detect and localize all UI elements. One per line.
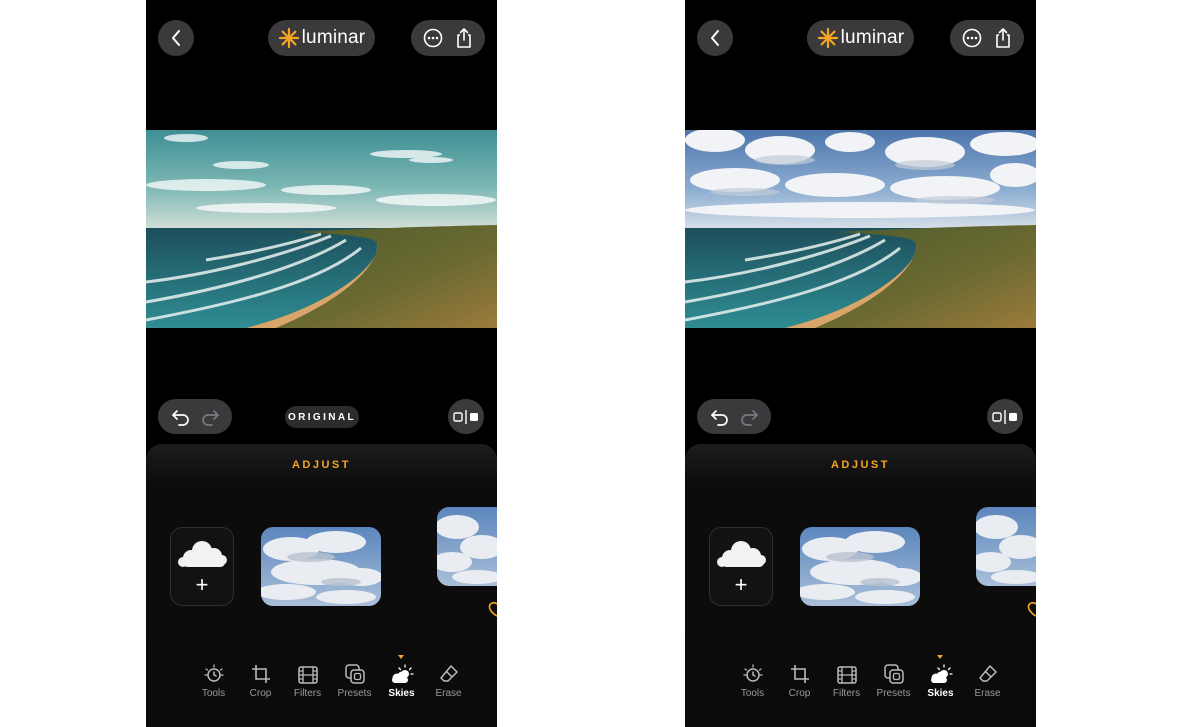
tool-label: Skies [927, 688, 954, 699]
cloud-plus-icon [717, 541, 766, 567]
active-indicator [398, 655, 404, 659]
tool-tools[interactable]: Tools [190, 662, 237, 702]
undo-icon[interactable] [171, 408, 191, 426]
tool-label: Crop [788, 688, 811, 699]
add-sky-button[interactable]: + [709, 527, 773, 606]
back-button[interactable] [697, 20, 733, 56]
sky-icon [930, 664, 953, 683]
adjust-panel: ADJUST + Tools Crop Filters Presets Skie… [146, 444, 497, 727]
tool-label: Tools [201, 688, 226, 699]
sky-icon [391, 664, 414, 683]
tool-filters[interactable]: Filters [284, 662, 331, 702]
tool-skies[interactable]: Skies [917, 655, 964, 702]
panel-title: ADJUST [830, 459, 890, 471]
phone-screen-edited: luminar ADJUST + Tools Crop Filters Pres… [685, 0, 1036, 727]
redo-icon[interactable] [739, 408, 759, 426]
adjust-panel: ADJUST + Tools Crop Filters Presets Skie… [685, 444, 1036, 727]
tool-label: Tools [740, 688, 765, 699]
cloud-plus-icon [178, 541, 227, 567]
eraser-icon [978, 665, 997, 682]
sky-thumbnail[interactable] [976, 507, 1036, 586]
sky-thumbnail[interactable] [800, 527, 920, 606]
share-icon[interactable] [454, 27, 474, 49]
presets-icon [344, 664, 365, 684]
film-icon [297, 666, 318, 684]
logo-text: luminar [840, 27, 905, 48]
tool-skies[interactable]: Skies [378, 655, 425, 702]
tool-presets[interactable]: Presets [870, 662, 917, 702]
luminar-star-icon [278, 27, 299, 49]
tool-label: Erase [974, 688, 1001, 699]
add-sky-button[interactable]: + [170, 527, 234, 606]
add-symbol: + [734, 572, 748, 597]
tool-erase[interactable]: Erase [964, 662, 1011, 702]
tool-label: Presets [876, 688, 911, 699]
logo-text: luminar [301, 27, 366, 48]
eraser-icon [439, 665, 458, 682]
undo-icon[interactable] [710, 408, 730, 426]
heart-icon[interactable] [487, 601, 497, 617]
photo-canvas[interactable] [685, 130, 1036, 328]
back-button[interactable] [158, 20, 194, 56]
share-icon[interactable] [993, 27, 1013, 49]
phone-screen-original: luminar ORIGINAL ADJUST + Tools Crop Fil… [146, 0, 497, 727]
crop-icon [251, 665, 270, 683]
photo-canvas[interactable] [146, 130, 497, 328]
add-symbol: + [195, 572, 209, 597]
chevron-left-icon [172, 30, 180, 46]
tool-filters[interactable]: Filters [823, 662, 870, 702]
tools-icon [203, 664, 224, 682]
panel-title: ADJUST [291, 459, 351, 471]
active-indicator [937, 655, 943, 659]
tool-label: Crop [249, 688, 272, 699]
tool-label: Skies [388, 688, 415, 699]
luminar-logo: luminar [268, 20, 375, 56]
heart-icon[interactable] [1026, 601, 1036, 617]
split-compare-icon [453, 409, 478, 424]
tool-tools[interactable]: Tools [729, 662, 776, 702]
tool-crop[interactable]: Crop [237, 662, 284, 702]
compare-button[interactable] [987, 399, 1023, 434]
split-compare-icon [992, 409, 1017, 424]
luminar-logo: luminar [807, 20, 914, 56]
tool-crop[interactable]: Crop [776, 662, 823, 702]
ellipsis-circle-icon[interactable] [961, 27, 983, 49]
tool-label: Presets [337, 688, 372, 699]
luminar-star-icon [817, 27, 838, 49]
tool-erase[interactable]: Erase [425, 662, 472, 702]
header-actions [950, 20, 1024, 56]
original-badge[interactable]: ORIGINAL [285, 406, 359, 428]
tools-icon [742, 664, 763, 682]
chevron-left-icon [711, 30, 719, 46]
sky-thumbnail[interactable] [437, 507, 497, 586]
sky-thumbnail[interactable] [261, 527, 381, 606]
bottom-toolbar: Tools Crop Filters Presets Skies Erase [190, 655, 462, 702]
ellipsis-circle-icon[interactable] [422, 27, 444, 49]
tool-presets[interactable]: Presets [331, 662, 378, 702]
crop-icon [790, 665, 809, 683]
presets-icon [883, 664, 904, 684]
film-icon [836, 666, 857, 684]
undo-redo-group [697, 399, 771, 434]
redo-icon[interactable] [200, 408, 220, 426]
bottom-toolbar: Tools Crop Filters Presets Skies Erase [729, 655, 1001, 702]
undo-redo-group [158, 399, 232, 434]
compare-button[interactable] [448, 399, 484, 434]
header-actions [411, 20, 485, 56]
tool-label: Filters [832, 688, 861, 699]
tool-label: Erase [435, 688, 462, 699]
tool-label: Filters [293, 688, 322, 699]
